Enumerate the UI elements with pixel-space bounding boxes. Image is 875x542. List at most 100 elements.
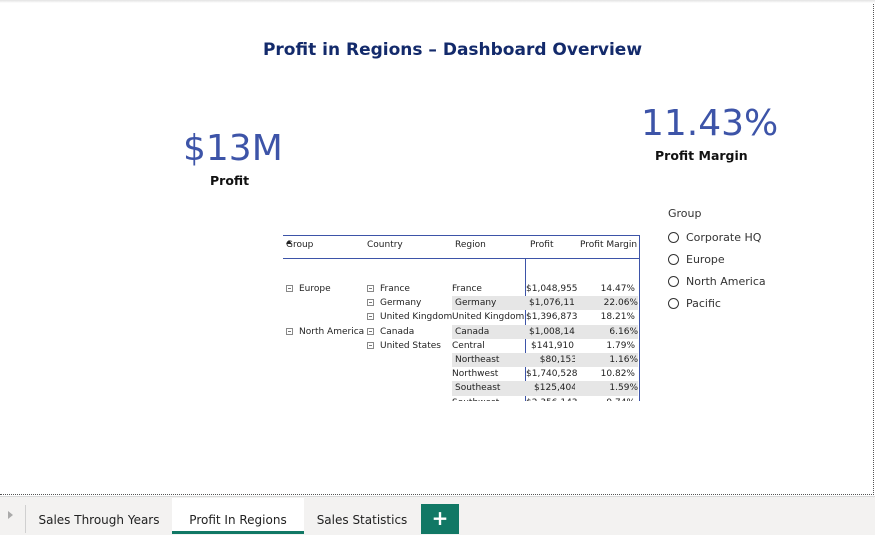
collapse-icon[interactable]: [367, 341, 374, 349]
country-cell-text: Canada: [380, 326, 415, 337]
region-cell-text: Germany: [455, 298, 497, 309]
country-cell: Germany: [367, 296, 421, 310]
margin-cell-text: 9.74%: [606, 398, 635, 401]
slicer-option-pacific[interactable]: Pacific: [668, 292, 766, 314]
tab-sales-statistics[interactable]: Sales Statistics: [304, 498, 420, 534]
header-profit-margin[interactable]: Profit Margin: [580, 240, 637, 250]
margin-cell-text: 22.06%: [603, 298, 638, 309]
region-cell-text: France: [452, 284, 482, 294]
profit-kpi-value: $13M: [183, 128, 283, 169]
profit-margin-kpi-value: 11.43%: [641, 103, 779, 144]
radio-icon[interactable]: [668, 231, 679, 243]
header-region[interactable]: Region: [455, 240, 486, 250]
collapse-icon[interactable]: [367, 313, 374, 321]
profit-cell-text: $80,153: [539, 355, 577, 365]
slicer-option-label: Europe: [686, 252, 725, 266]
margin-cell: 10.82%: [575, 367, 635, 381]
region-cell: Southeast: [452, 381, 527, 396]
margin-cell: 1.16%: [575, 353, 638, 368]
group-cell: North America: [286, 325, 364, 339]
profit-cell: $141,910: [526, 339, 574, 353]
profit-cell-text: $2,356,143: [526, 398, 578, 401]
region-cell-text: Northeast: [455, 355, 500, 365]
tab-sales-through-years[interactable]: Sales Through Years: [26, 498, 172, 534]
margin-cell-text: 1.59%: [609, 383, 638, 394]
profit-cell-text: $1,740,528: [526, 369, 578, 380]
profit-cell-text: $1,396,873: [526, 312, 578, 323]
region-cell: Southwest: [452, 396, 524, 401]
canvas-top-shadow: [0, 0, 875, 3]
profit-cell-text: $125,404: [534, 383, 577, 394]
group-cell: Europe: [286, 282, 331, 296]
region-cell-text: Southeast: [455, 383, 501, 394]
country-cell-text: France: [380, 284, 410, 294]
region-cell: Northeast: [452, 353, 527, 368]
country-cell: United States: [367, 339, 441, 353]
report-title: Profit in Regions – Dashboard Overview: [262, 40, 643, 60]
margin-cell: 14.47%: [575, 282, 635, 296]
margin-cell-text: 10.82%: [600, 369, 635, 380]
tab-scroll-left-icon[interactable]: [8, 511, 13, 519]
slicer-option-corporate-hq[interactable]: Corporate HQ: [668, 226, 766, 248]
profit-cell: $1,076,117: [526, 296, 581, 311]
country-cell: Canada: [367, 325, 414, 339]
profit-kpi-label: Profit: [210, 173, 250, 188]
radio-icon[interactable]: [668, 275, 679, 287]
region-cell-text: Southwest: [452, 398, 499, 401]
profit-cell-text: $1,076,117: [529, 298, 581, 309]
profit-margin-kpi-label: Profit Margin: [655, 148, 748, 163]
region-cell: Canada: [452, 324, 527, 339]
slicer-option-label: North America: [686, 274, 766, 288]
margin-cell-text: 6.16%: [609, 326, 638, 337]
profit-cell: $80,153: [526, 353, 577, 368]
region-cell-text: United Kingdom: [452, 312, 525, 323]
group-slicer: Group Corporate HQ Europe North America …: [668, 207, 766, 314]
country-cell: United Kingdom: [367, 310, 452, 324]
group-cell-text: Europe: [299, 284, 331, 294]
region-cell: Northwest: [452, 367, 524, 381]
profit-cell: $1,048,955: [526, 282, 578, 296]
region-cell: France: [452, 282, 524, 296]
collapse-icon[interactable]: [367, 299, 374, 307]
profit-cell-text: $1,048,955: [526, 284, 578, 294]
profit-cell: $125,404: [526, 381, 577, 396]
slicer-option-europe[interactable]: Europe: [668, 248, 766, 270]
report-canvas: Profit in Regions – Dashboard Overview $…: [0, 0, 875, 495]
profit-cell: $2,356,143: [526, 396, 578, 401]
profit-cell-text: $1,008,149: [529, 326, 581, 337]
region-cell-text: Central: [452, 340, 485, 351]
margin-cell-text: 14.47%: [600, 284, 635, 294]
margin-cell-text: 18.21%: [600, 312, 635, 323]
sort-ascending-icon[interactable]: [286, 240, 292, 244]
country-cell-text: Germany: [380, 298, 422, 309]
margin-cell-text: 1.79%: [606, 340, 635, 351]
margin-cell: 22.06%: [575, 296, 638, 311]
region-cell: Germany: [452, 296, 527, 311]
margin-cell: 1.79%: [575, 339, 635, 353]
radio-icon[interactable]: [668, 253, 679, 265]
header-profit[interactable]: Profit: [530, 240, 553, 250]
collapse-icon[interactable]: [286, 285, 293, 292]
add-page-button[interactable]: +: [421, 504, 459, 534]
slicer-option-north-america[interactable]: North America: [668, 270, 766, 292]
margin-cell: 18.21%: [575, 310, 635, 324]
collapse-icon[interactable]: [367, 327, 374, 335]
region-cell-text: Northwest: [452, 369, 499, 380]
margin-cell: 6.16%: [575, 324, 638, 339]
country-cell-text: United Kingdom: [380, 312, 453, 323]
region-cell: Central: [452, 339, 524, 353]
profit-matrix: Group Country Region Profit Profit Margi…: [283, 235, 640, 401]
group-cell-text: North America: [299, 326, 365, 337]
margin-cell: 1.59%: [575, 381, 638, 396]
slicer-option-label: Corporate HQ: [686, 230, 762, 244]
country-cell-text: United States: [380, 340, 441, 351]
margin-cell-text: 1.16%: [609, 355, 638, 365]
country-cell: France: [367, 282, 410, 296]
header-country[interactable]: Country: [367, 240, 403, 250]
slicer-option-label: Pacific: [686, 296, 721, 310]
profit-cell: $1,008,149: [526, 324, 581, 339]
radio-icon[interactable]: [668, 297, 679, 309]
collapse-icon[interactable]: [367, 285, 374, 292]
tab-profit-in-regions[interactable]: Profit In Regions: [172, 498, 304, 534]
collapse-icon[interactable]: [286, 327, 293, 335]
